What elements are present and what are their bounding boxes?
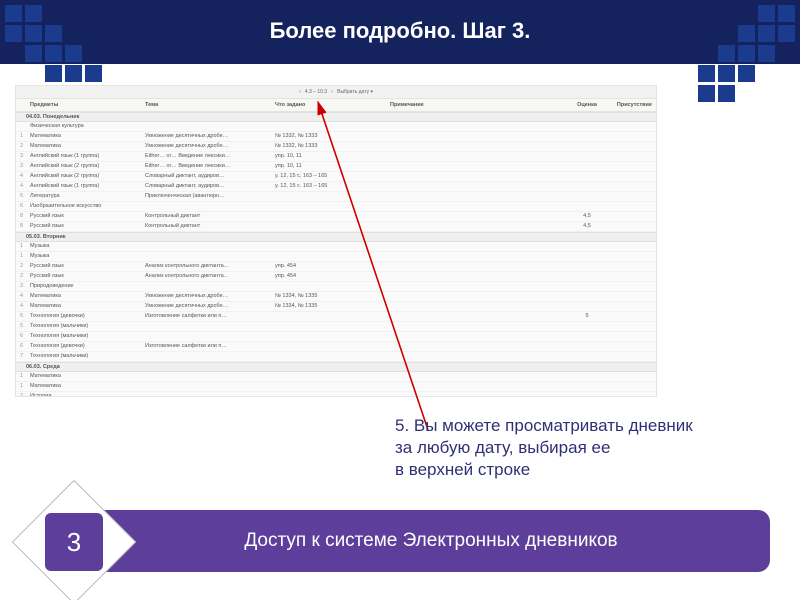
- table-row: 3Английский язык (1 группа)Either… or… В…: [16, 152, 656, 162]
- table-row: 6Технология (мальчики): [16, 332, 656, 342]
- decoration-grid-right: [698, 5, 795, 102]
- col-attend: Присутствие: [607, 99, 652, 111]
- table-row: 5Технология (мальчики): [16, 322, 656, 332]
- date-range-label: 4.3 – 10.3: [305, 89, 327, 95]
- footer-bar: Доступ к системе Электронных дневников: [92, 510, 770, 572]
- diary-table-body: 04.03. ПонедельникФизическая культура1Ма…: [16, 112, 656, 397]
- callout-line: за любую дату, выбирая ее: [395, 438, 610, 457]
- col-topic: Тема: [145, 99, 275, 111]
- table-row: 8Русский языкКонтрольный диктант4,5: [16, 212, 656, 222]
- table-row: 3Английский язык (2 группа)Either… or… В…: [16, 162, 656, 172]
- callout-text: 5. Вы можете просматривать дневник за лю…: [395, 415, 755, 481]
- pick-date-button[interactable]: Выбрать дату ▾: [337, 89, 373, 95]
- table-row: 4МатематикаУмножение десятичных дробе…№ …: [16, 292, 656, 302]
- table-row: 2МатематикаУмножение десятичных дробе…№ …: [16, 142, 656, 152]
- day-header: 05.03. Вторник: [16, 232, 656, 242]
- table-row: 1Музыка: [16, 252, 656, 262]
- prev-week-button[interactable]: ‹: [299, 89, 301, 95]
- table-row: 8Русский языкКонтрольный диктант4,5: [16, 222, 656, 232]
- table-row: 4МатематикаУмножение десятичных дробе…№ …: [16, 302, 656, 312]
- table-row: 1МатематикаУмножение десятичных дробе…№ …: [16, 132, 656, 142]
- table-row: Физическая культура: [16, 122, 656, 132]
- col-grade: Оценка: [567, 99, 607, 111]
- table-row: 1Математика: [16, 372, 656, 382]
- footer-label: Доступ к системе Электронных дневников: [244, 530, 617, 552]
- table-row: 5Технология (девочки)Изготовление салфет…: [16, 312, 656, 322]
- diary-table-header: Предметы Тема Что задано Примечание Оцен…: [16, 99, 656, 112]
- col-homework: Что задано: [275, 99, 390, 111]
- table-row: 6Изобразительное искусство: [16, 202, 656, 212]
- callout-line: 5. Вы можете просматривать дневник: [395, 416, 693, 435]
- step-badge: 3: [12, 480, 136, 600]
- col-num: [20, 99, 30, 111]
- table-row: 4Английский язык (2 группа)Словарный дик…: [16, 172, 656, 182]
- table-row: 6Технология (девочки)Изготовление салфет…: [16, 342, 656, 352]
- table-row: 2Русский языкАнализ контрольного диктант…: [16, 272, 656, 282]
- table-row: 4Английский язык (1 группа)Словарный дик…: [16, 182, 656, 192]
- table-row: 1Математика: [16, 382, 656, 392]
- day-header: 04.03. Понедельник: [16, 112, 656, 122]
- table-row: 2История: [16, 392, 656, 397]
- table-row: 5ЛитератураПриключенческая (авантюрн…: [16, 192, 656, 202]
- next-week-button[interactable]: ›: [331, 89, 333, 95]
- step-number: 3: [67, 527, 81, 558]
- diary-screenshot: ‹ 4.3 – 10.3 › Выбрать дату ▾ Предметы Т…: [15, 85, 657, 397]
- table-row: 1Музыка: [16, 242, 656, 252]
- table-row: 2Русский языкАнализ контрольного диктант…: [16, 262, 656, 272]
- col-note: Примечание: [390, 99, 567, 111]
- callout-line: в верхней строке: [395, 460, 530, 479]
- date-toolbar[interactable]: ‹ 4.3 – 10.3 › Выбрать дату ▾: [16, 86, 656, 99]
- table-row: 3Природоведение: [16, 282, 656, 292]
- slide-title: Более подробно. Шаг 3.: [0, 18, 800, 44]
- col-subject: Предметы: [30, 99, 145, 111]
- day-header: 06.03. Среда: [16, 362, 656, 372]
- table-row: 7Технология (мальчики): [16, 352, 656, 362]
